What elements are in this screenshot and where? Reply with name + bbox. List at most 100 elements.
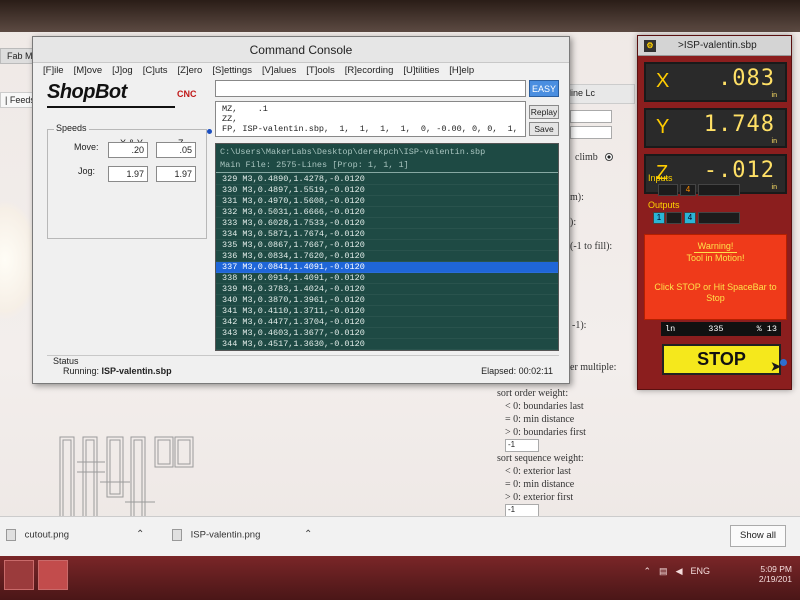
sort-order-input[interactable]: -1 [505,439,539,452]
file-row[interactable]: 334 M3,0.5871,1.7674,-0.0120 [216,229,558,240]
chevron-up-icon[interactable]: ⌃ [136,529,144,540]
x-axis-letter: X [656,70,670,92]
network-icon[interactable]: ▤ [659,566,668,577]
stop-button[interactable]: STOP [662,344,781,375]
move-z-value[interactable]: .05 [156,142,196,158]
x-axis-value: .083 [718,66,775,91]
menu-cuts[interactable]: [C]uts [143,65,168,76]
history-line: ZZ, [222,114,238,124]
download-item-cutout[interactable]: cutout.png [6,529,69,541]
running-status: Running: ISP-valentin.sbp [63,366,172,376]
easy-button[interactable]: EASY [529,80,559,97]
dro-titlebar[interactable]: ⚙ >ISP-valentin.sbp [638,36,791,56]
file-row[interactable]: 335 M3,0.0867,1.7667,-0.0120 [216,240,558,251]
taskbar-app-shopbot[interactable] [38,560,68,590]
command-history[interactable]: MZ, .1 ZZ, FP, ISP-valentin.sbp, 1, 1, 1… [215,101,526,137]
file-row[interactable]: 332 M3,0.5031,1.6666,-0.0120 [216,207,558,218]
taskbar-app-1[interactable] [4,560,34,590]
file-row[interactable]: 336 M3,0.0834,1.7620,-0.0120 [216,251,558,262]
menu-help[interactable]: [H]elp [449,65,474,76]
file-row[interactable]: 340 M3,0.3870,1.3961,-0.0120 [216,295,558,306]
y-axis-readout[interactable]: Y 1.748 in [644,108,787,148]
climb-radio[interactable] [605,153,613,161]
file-icon [6,529,16,541]
menu-values[interactable]: [V]alues [262,65,296,76]
file-row[interactable]: 339 M3,0.3783,1.4024,-0.0120 [216,284,558,295]
output-indicator-rest[interactable] [698,212,740,224]
percent-complete: % 13 [756,324,777,334]
move-label: Move: [74,142,99,152]
console-title[interactable]: Command Console [33,37,569,63]
file-info: Main File: 2575-Lines [Prop: 1, 1, 1] [220,160,409,170]
menu-move[interactable]: [M]ove [74,65,103,76]
output-indicator-1[interactable]: 1 [653,212,665,224]
file-row[interactable]: 331 M3,0.4970,1.5608,-0.0120 [216,196,558,207]
file-row-active[interactable]: 337 M3,0.0841,1.4091,-0.0120 [216,262,558,273]
clock-date: 2/19/201 [758,574,792,584]
file-row[interactable]: 341 M3,0.4110,1.3711,-0.0120 [216,306,558,317]
menu-file[interactable]: [F]ile [43,65,64,76]
file-row[interactable]: 329 M3,0.4890,1.4278,-0.0120 [216,174,558,185]
outputs-label: Outputs [648,200,680,210]
sort-sequence-heading: sort sequence weight: [497,453,584,464]
menu-utilities[interactable]: [U]tilities [403,65,439,76]
online-tab[interactable]: nline Lc [560,84,635,104]
menu-tools[interactable]: [T]ools [306,65,335,76]
dro-title: >ISP-valentin.sbp [678,40,757,51]
warning-title: Warning! [693,241,738,253]
clock[interactable]: 5:09 PM 2/19/201 [759,564,792,584]
current-line: 335 [708,324,724,334]
chevron-up-icon[interactable]: ⌃ [304,529,312,540]
shopbot-app-icon: ⚙ [644,40,656,52]
save-button[interactable]: Save [529,122,559,136]
menu-jog[interactable]: [J]og [112,65,133,76]
download-filename: cutout.png [24,529,70,541]
param-input-1[interactable] [570,110,612,123]
command-input[interactable] [215,80,526,97]
sort-order-heading: sort order weight: [497,388,569,399]
file-row[interactable]: 330 M3,0.4897,1.5519,-0.0120 [216,185,558,196]
sort-order-opt3: > 0: boundaries first [505,427,586,438]
menu-settings[interactable]: [S]ettings [212,65,252,76]
speeds-group: Speeds X & Y Z Move: .20 .05 Jog: 1.97 1… [47,123,207,239]
jog-xy-value[interactable]: 1.97 [108,166,148,182]
tray-up-icon[interactable]: ⌃ [644,566,652,577]
running-label: Running: [63,366,100,376]
menu-recording[interactable]: [R]ecording [345,65,394,76]
download-item-isp[interactable]: ISP-valentin.png [172,529,260,541]
param-input-2[interactable] [570,126,612,139]
output-indicator-2[interactable] [666,212,682,224]
sort-order-opt2: = 0: min distance [505,414,575,425]
download-filename: ISP-valentin.png [190,529,261,541]
move-xy-value[interactable]: .20 [108,142,148,158]
lang-indicator[interactable]: ENG [690,566,710,577]
shopbot-logo: ShopBot CNC [47,81,207,111]
output-indicator-4[interactable]: 4 [684,212,696,224]
speeds-legend: Speeds [54,123,89,133]
file-row[interactable]: 333 M3,0.6028,1.7533,-0.0120 [216,218,558,229]
menu-zero[interactable]: [Z]ero [178,65,203,76]
show-all-button[interactable]: Show all [730,525,786,547]
file-path: C:\Users\MakerLabs\Desktop\derekpch\ISP-… [220,147,486,157]
busy-indicator-icon [780,359,787,366]
logo-text: ShopBot [47,81,127,103]
console-menubar: [F]ile [M]ove [J]og [C]uts [Z]ero [S]ett… [43,65,474,76]
logo-underline [47,106,175,108]
jog-label: Jog: [78,166,96,176]
jog-z-value[interactable]: 1.97 [156,166,196,182]
file-icon [172,529,182,541]
file-row[interactable]: 345 M3,0.4510,1.2590,-0.0120 [216,350,558,351]
history-line: FP, ISP-valentin.sbp, 1, 1, 1, 1, 0, -0.… [222,124,518,134]
replay-button[interactable]: Replay [529,105,559,119]
clock-time: 5:09 PM [760,564,792,574]
z-axis-value: -.012 [703,158,775,183]
file-row[interactable]: 344 M3,0.4517,1.3630,-0.0120 [216,339,558,350]
file-row[interactable]: 338 M3,0.0914,1.4091,-0.0120 [216,273,558,284]
volume-icon[interactable]: ◀ [676,566,683,577]
file-listing[interactable]: C:\Users\MakerLabs\Desktop\derekpch\ISP-… [215,143,559,351]
input-indicator-rest [698,184,740,196]
file-row[interactable]: 343 M3,0.4603,1.3677,-0.0120 [216,328,558,339]
file-row[interactable]: 342 M3,0.4477,1.3704,-0.0120 [216,317,558,328]
sort-order-opt1: < 0: boundaries last [505,401,584,412]
x-axis-readout[interactable]: X .083 in [644,62,787,102]
